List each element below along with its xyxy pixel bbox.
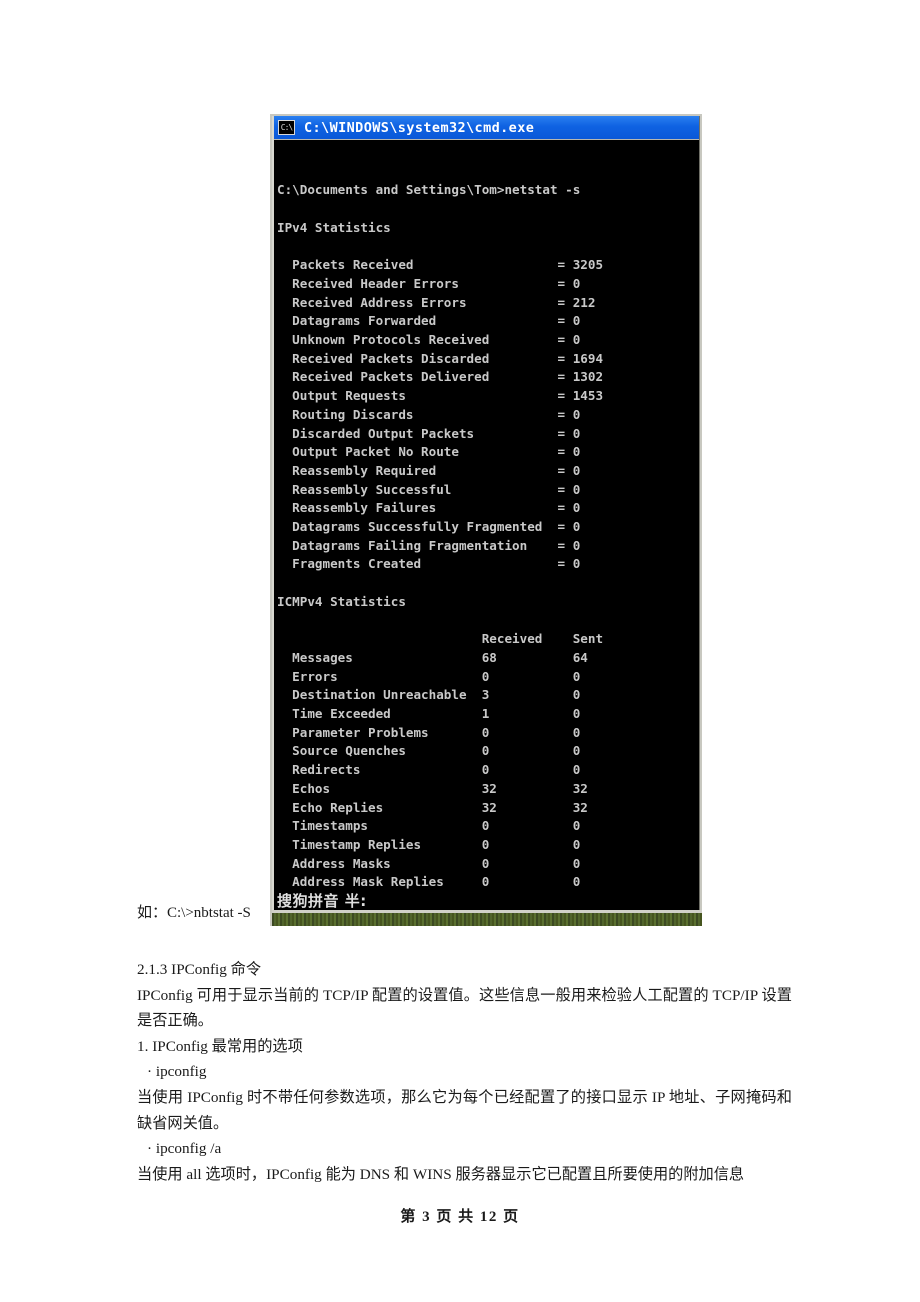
console-line: Output Packet No Route = 0 bbox=[277, 444, 581, 460]
console-line: Time Exceeded 1 0 bbox=[277, 706, 581, 722]
desktop-taskbar-strip bbox=[272, 910, 702, 926]
console-line: Routing Discards = 0 bbox=[277, 406, 581, 422]
cmd-title-bar: C:\ C:\WINDOWS\system32\cmd.exe bbox=[274, 116, 699, 140]
console-line: Reassembly Successful = 0 bbox=[277, 481, 581, 497]
terminal-screenshot-figure: C:\ C:\WINDOWS\system32\cmd.exe C:\Docum… bbox=[270, 114, 702, 926]
console-line: Received Sent bbox=[277, 631, 604, 647]
figure-caption: 如：C:\>nbtstat -S bbox=[137, 905, 251, 921]
console-line: Echos 32 32 bbox=[277, 780, 588, 796]
console-line: Received Packets Discarded = 1694 bbox=[277, 350, 604, 366]
cmd-console-icon: C:\ bbox=[278, 120, 295, 135]
console-line: Timestamp Replies 0 0 bbox=[277, 836, 581, 852]
console-line: Errors 0 0 bbox=[277, 668, 581, 684]
console-line: Address Masks 0 0 bbox=[277, 855, 581, 871]
cmd-window-title: C:\WINDOWS\system32\cmd.exe bbox=[304, 119, 535, 136]
console-line: Timestamps 0 0 bbox=[277, 818, 581, 834]
document-paragraph: IPConfig 可用于显示当前的 TCP/IP 配置的设置值。这些信息一般用来… bbox=[137, 986, 792, 1030]
console-line: Unknown Protocols Received = 0 bbox=[277, 332, 581, 347]
console-line: Output Requests = 1453 bbox=[277, 388, 604, 404]
console-line: Redirects 0 0 bbox=[277, 762, 581, 778]
console-output-area: C:\Documents and Settings\Tom>netstat -s… bbox=[274, 140, 699, 910]
document-paragraph: · ipconfig /a bbox=[147, 1140, 222, 1158]
console-line: Received Packets Delivered = 1302 bbox=[277, 369, 604, 385]
console-line: Datagrams Successfully Fragmented = 0 bbox=[277, 519, 581, 535]
document-paragraph: 当使用 all 选项时，IPConfig 能为 DNS 和 WINS 服务器显示… bbox=[137, 1165, 745, 1183]
console-line: Received Header Errors = 0 bbox=[277, 275, 581, 291]
console-line: Address Mask Replies 0 0 bbox=[277, 874, 581, 890]
page-footer: 第 3 页 共 12 页 bbox=[400, 1209, 520, 1225]
document-paragraph: 2.1.3 IPConfig 命令 bbox=[137, 961, 262, 978]
document-paragraph: 1. IPConfig 最常用的选项 bbox=[137, 1037, 303, 1055]
console-line: Datagrams Failing Fragmentation = 0 bbox=[277, 537, 581, 553]
console-line: Received Address Errors = 212 bbox=[277, 294, 596, 310]
ime-status-indicator: 搜狗拼音 半: bbox=[277, 892, 367, 910]
document-paragraph: 当使用 IPConfig 时不带任何参数选项，那么它为每个已经配置了的接口显示 … bbox=[137, 1088, 792, 1132]
console-lines: C:\Documents and Settings\Tom>netstat -s… bbox=[277, 181, 699, 910]
console-line: ICMPv4 Statistics bbox=[277, 593, 406, 609]
console-line: C:\Documents and Settings\Tom>netstat -s bbox=[277, 182, 581, 198]
document-body: 2.1.3 IPConfig 命令 IPConfig 可用于显示当前的 TCP/I… bbox=[137, 957, 792, 1187]
console-line: Reassembly Failures = 0 bbox=[277, 500, 581, 516]
cmd-window: C:\ C:\WINDOWS\system32\cmd.exe C:\Docum… bbox=[272, 116, 700, 910]
console-line: Datagrams Forwarded = 0 bbox=[277, 313, 581, 329]
console-line: Source Quenches 0 0 bbox=[277, 743, 581, 759]
console-line: Parameter Problems 0 0 bbox=[277, 724, 581, 740]
console-line: Reassembly Required = 0 bbox=[277, 462, 581, 478]
console-line: Fragments Created = 0 bbox=[277, 556, 581, 572]
console-line: IPv4 Statistics bbox=[277, 219, 391, 235]
console-line: Echo Replies 32 32 bbox=[277, 799, 588, 815]
console-line: Destination Unreachable 3 0 bbox=[277, 687, 581, 703]
console-line: Packets Received = 3205 bbox=[277, 257, 604, 273]
console-line: Discarded Output Packets = 0 bbox=[277, 425, 581, 441]
console-line: Messages 68 64 bbox=[277, 649, 588, 665]
document-paragraph: · ipconfig bbox=[147, 1063, 207, 1081]
